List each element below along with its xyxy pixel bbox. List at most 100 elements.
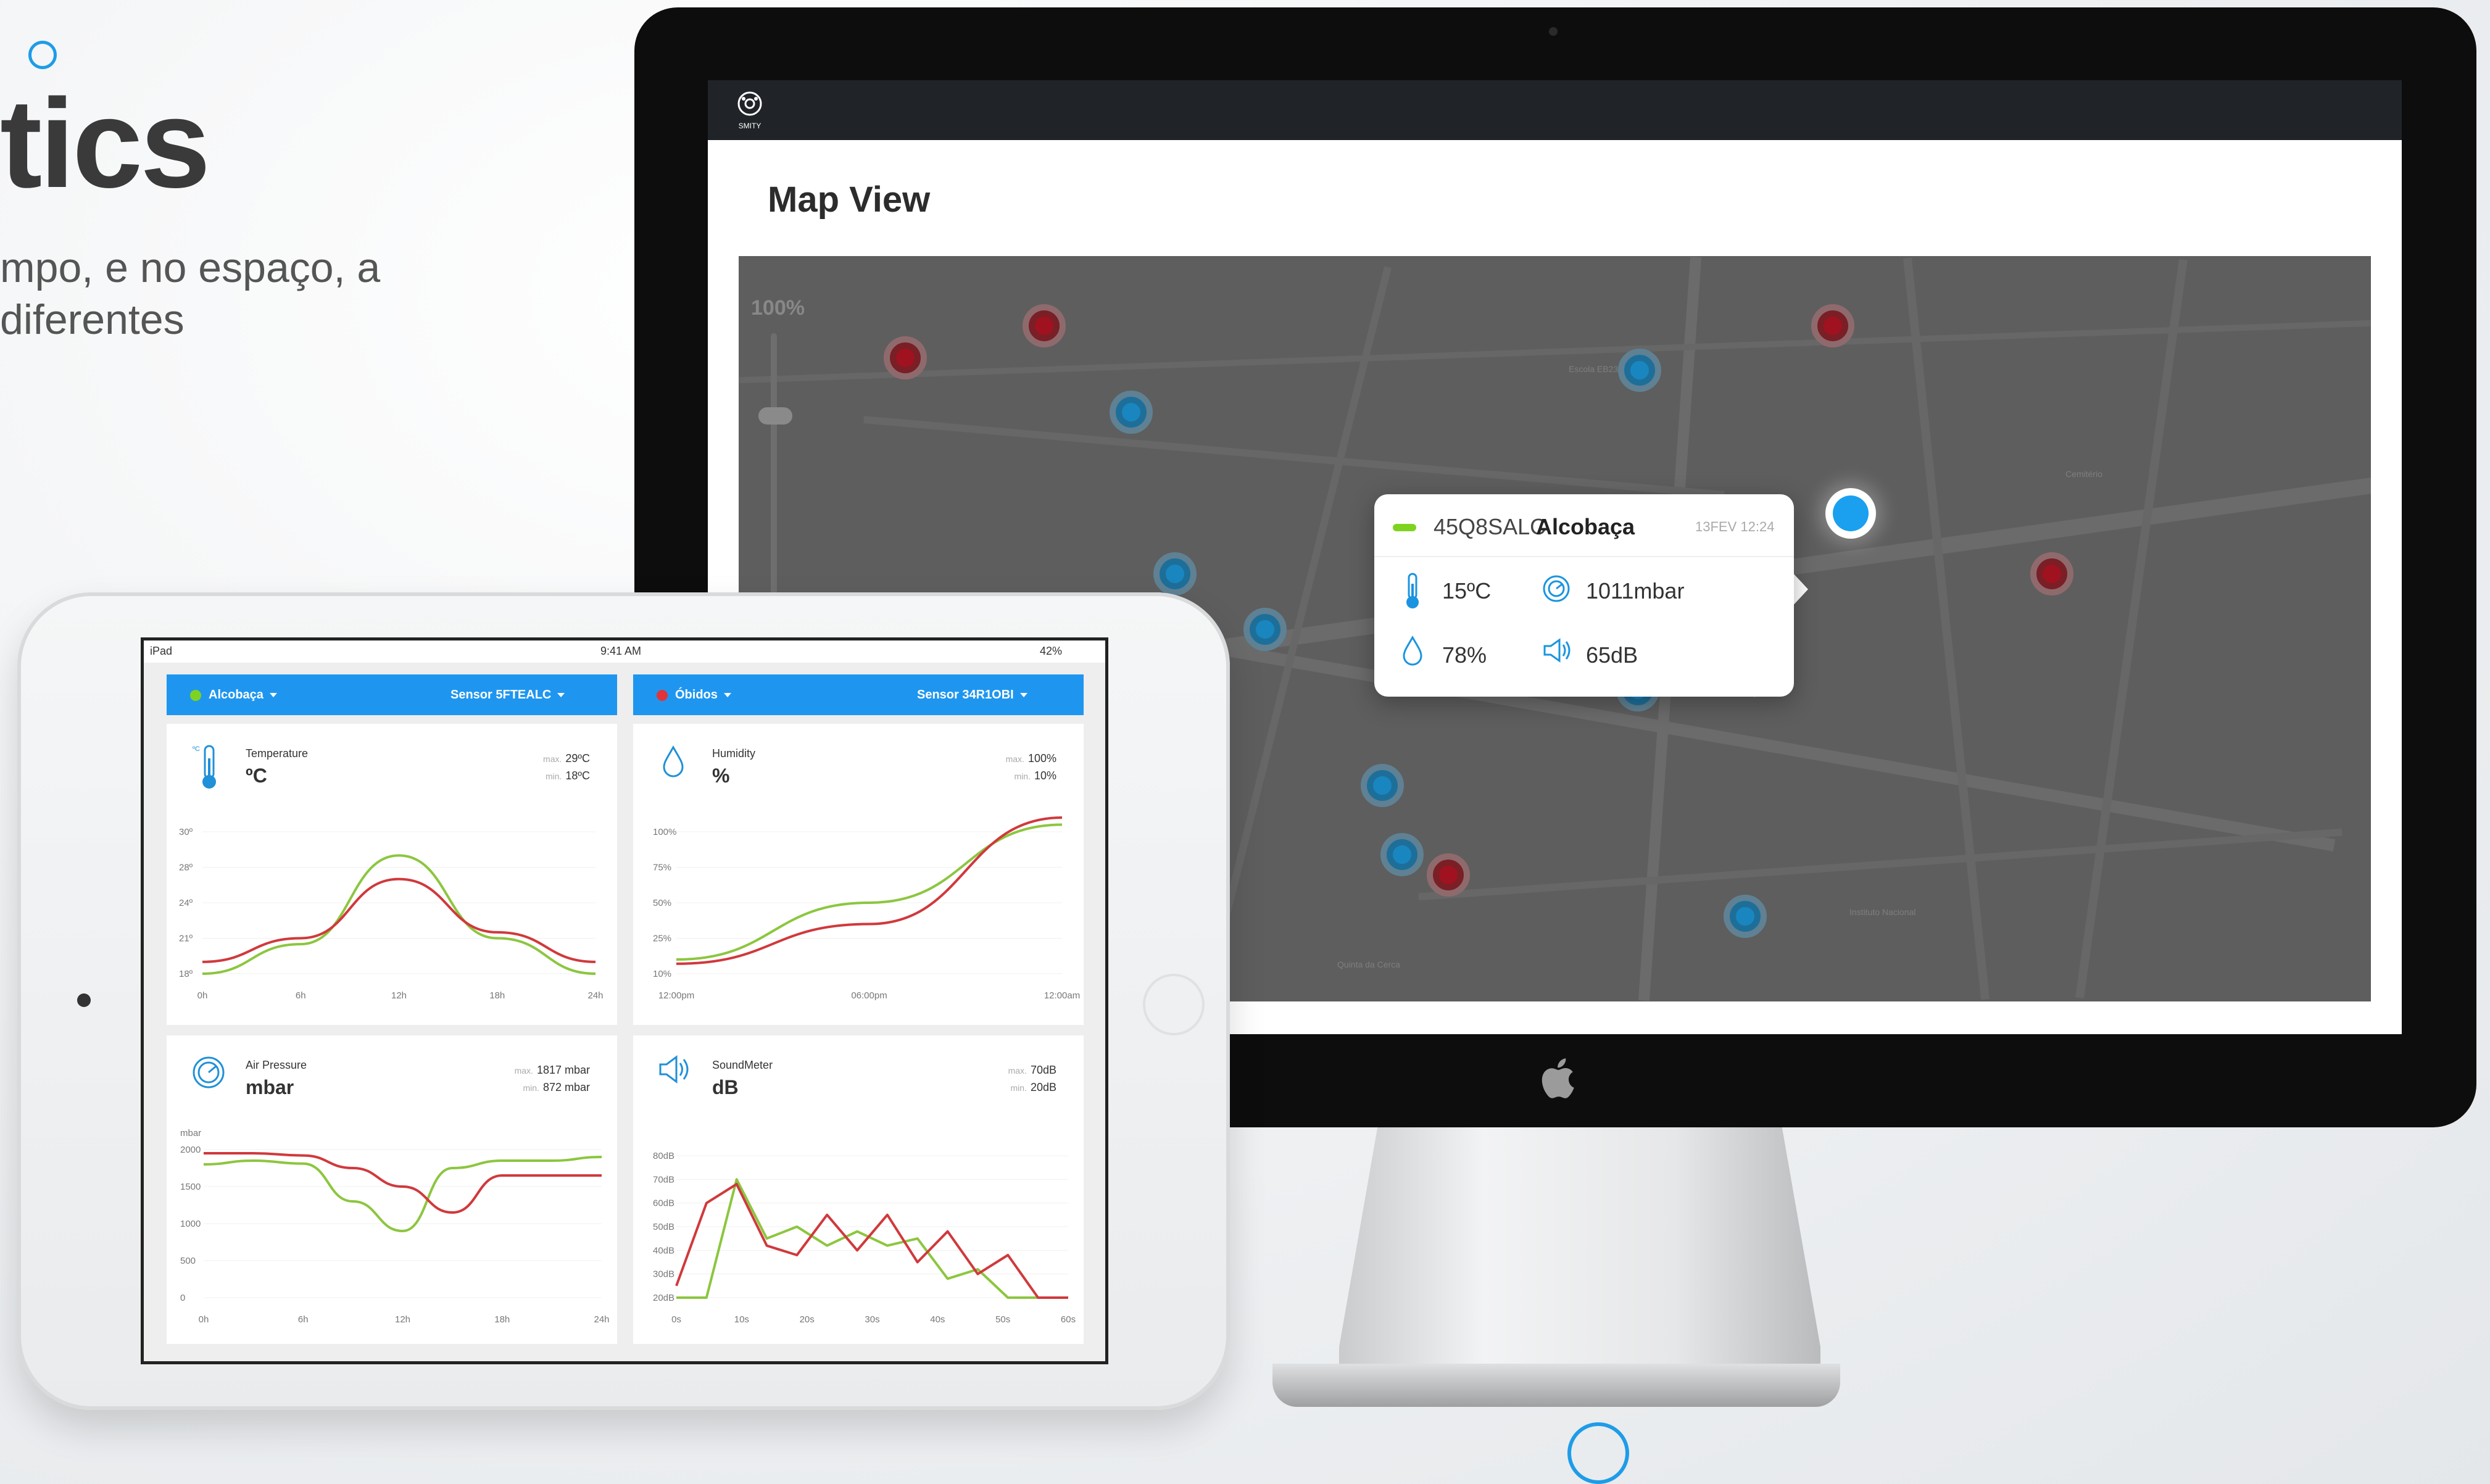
y-tick-label: 100% [653, 827, 676, 837]
y-tick-label: 75% [653, 863, 671, 873]
humidity-value: 78% [1442, 642, 1487, 668]
decorative-ring-icon [1567, 1422, 1629, 1484]
map-place-label: Quinta da Cerca [1337, 960, 1400, 969]
smity-logo-text: SMITY [738, 122, 762, 130]
smity-logo[interactable]: SMITY [731, 90, 768, 131]
temperature-value: 15ºC [1442, 578, 1492, 603]
map-pin-sensor[interactable] [1243, 608, 1287, 651]
y-tick-label: 80dB [653, 1151, 674, 1161]
map-pin-alert[interactable] [1427, 853, 1470, 897]
battery-level: 42% [1040, 645, 1063, 657]
y-tick-label: 500 [180, 1256, 196, 1266]
page-title: Map View [768, 180, 931, 220]
location-dropdown[interactable]: Óbidos [675, 688, 731, 702]
map-pin-sensor[interactable] [1110, 391, 1153, 434]
series-line-green [202, 854, 596, 975]
location-label: Alcobaça [209, 688, 264, 702]
location-dropdown[interactable]: Alcobaça [209, 688, 277, 702]
x-tick-label: 24h [594, 1314, 609, 1325]
decorative-ring-icon [28, 41, 57, 69]
panel-header-right: Óbidos Sensor 34R1OBI [633, 674, 1084, 715]
map-pin-alert[interactable] [884, 336, 927, 379]
y-tick-label: 24º [179, 898, 193, 908]
x-tick-label: 0s [671, 1314, 681, 1325]
divider [1374, 556, 1794, 557]
sensor-id: 45Q8SALC [1434, 514, 1546, 539]
x-tick-label: 10s [734, 1314, 749, 1325]
x-tick-label: 0h [199, 1314, 209, 1325]
map-zoom-handle[interactable] [758, 407, 792, 425]
x-tick-label: 12:00pm [658, 990, 694, 1001]
x-tick-label: 12h [391, 990, 407, 1001]
ipad-screen: iPad 9:41 AM 42% Alcobaça Sensor 5FTEALC… [141, 637, 1108, 1364]
map-pin-sensor[interactable] [1724, 895, 1767, 938]
hero-subtitle-line-2: diferentes [0, 296, 185, 343]
app-top-bar: SMITY [708, 80, 2402, 140]
map-place-label: Cemitério [2065, 469, 2102, 479]
air-pressure-card: Air Pressure mbar max. 1817 mbar min. 872 … [167, 1035, 617, 1344]
map-zoom-level: 100% [751, 296, 805, 320]
series-line-red [676, 816, 1063, 965]
map-pin-alert[interactable] [1811, 304, 1854, 347]
series-line-green [676, 823, 1063, 961]
y-tick-label: 50% [653, 898, 671, 908]
chevron-down-icon [723, 693, 731, 698]
imac-stand [1339, 1127, 1820, 1386]
humidity-card: Humidity % max. 100% min. 10% 100% 75% 50% 25… [633, 724, 1084, 1025]
y-axis-unit: mbar [180, 1128, 201, 1138]
sound-value: 65dB [1586, 642, 1638, 668]
sensor-dropdown[interactable]: Sensor 5FTEALC [450, 688, 565, 702]
y-tick-label: 28º [179, 863, 193, 873]
series-line-green [203, 1156, 602, 1232]
map-pin-alert[interactable] [2030, 552, 2073, 595]
y-tick-label: 40dB [653, 1245, 674, 1256]
x-tick-label: 18h [494, 1314, 510, 1325]
map-place-label: Instituto Nacional [1849, 907, 1916, 917]
y-tick-label: 70dB [653, 1174, 674, 1185]
x-tick-label: 30s [865, 1314, 879, 1325]
x-tick-label: 40s [930, 1314, 945, 1325]
hero-subtitle-line-1: mpo, e no espaço, a [0, 244, 381, 291]
apple-logo-icon [1535, 1056, 1579, 1100]
imac-camera [1549, 27, 1558, 36]
x-tick-label: 12h [395, 1314, 410, 1325]
sensor-city: Alcobaça [1536, 514, 1635, 539]
x-tick-label: 60s [1061, 1314, 1076, 1325]
map-pin-selected[interactable] [1825, 488, 1876, 539]
map-pin-sensor[interactable] [1618, 349, 1661, 392]
x-tick-label: 6h [296, 990, 306, 1001]
status-dot [190, 690, 201, 701]
chevron-down-icon [1019, 693, 1027, 698]
speaker-icon [1541, 636, 1572, 673]
y-tick-label: 2000 [180, 1145, 201, 1155]
map-pin-alert[interactable] [1023, 304, 1066, 347]
device-name: iPad [150, 645, 173, 657]
map-pin-sensor[interactable] [1380, 833, 1424, 876]
y-tick-label: 10% [653, 969, 671, 979]
sensor-tooltip[interactable]: 45Q8SALC Alcobaça 13FEV 12:24 15ºC 1011m… [1374, 494, 1794, 697]
series-line-red [675, 1183, 1068, 1299]
sound-meter-chart: 80dB 70dB 60dB 50dB 40dB 30dB 20dB 0s 10s 20s 30s 4… [653, 1151, 1076, 1325]
y-tick-label: 21º [179, 934, 193, 944]
hero-title: tics [0, 73, 210, 214]
chevron-down-icon [269, 693, 277, 698]
sound-meter-card: SoundMeter dB max. 70dB min. 20dB 80dB 70dB… [633, 1035, 1084, 1344]
ipad-home-button[interactable] [1143, 974, 1205, 1035]
sensor-dropdown[interactable]: Sensor 34R1OBI [917, 688, 1027, 702]
pressure-value: 1011mbar [1586, 578, 1685, 603]
y-tick-label: 50dB [653, 1222, 674, 1232]
air-pressure-chart: 2000 1500 1000 500 0 0h 6h 12h 18h 24h mbar [180, 1128, 610, 1325]
map-pin-sensor[interactable] [1361, 764, 1404, 807]
map-pin-sensor[interactable] [1153, 552, 1197, 595]
series-line-green [676, 1178, 1068, 1299]
x-tick-label: 06:00pm [851, 990, 887, 1001]
clock: 9:41 AM [600, 645, 642, 657]
x-tick-label: 20s [800, 1314, 815, 1325]
y-tick-label: 18º [179, 969, 193, 979]
water-drop-icon [1400, 635, 1431, 672]
imac-base [1272, 1364, 1840, 1407]
chevron-down-icon [557, 693, 565, 698]
x-tick-label: 6h [298, 1314, 309, 1325]
y-tick-label: 25% [653, 934, 671, 944]
status-dot [657, 690, 668, 701]
